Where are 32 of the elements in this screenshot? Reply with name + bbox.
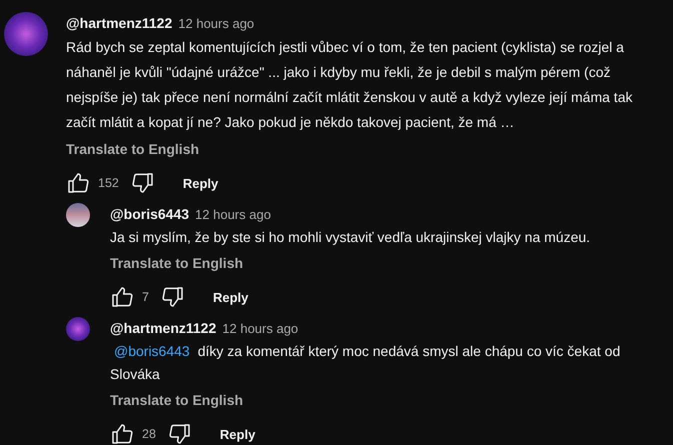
translate-link[interactable]: Translate to English <box>110 392 244 408</box>
reply-button[interactable]: Reply <box>202 284 258 310</box>
dislike-button[interactable] <box>168 422 192 445</box>
thumbs-down-icon <box>160 285 185 309</box>
reply-button[interactable]: Reply <box>172 170 228 196</box>
comment-author[interactable]: @boris6443 <box>110 206 190 222</box>
like-count: 7 <box>142 290 149 304</box>
like-button[interactable] <box>66 171 90 195</box>
avatar[interactable] <box>66 203 90 227</box>
comment-text: @boris6443 díky za komentář který moc nedává smysl ale chápu co víc čekat od Slováka <box>110 342 622 384</box>
like-button[interactable] <box>110 285 134 309</box>
comment-text: Rád bych se zeptal komentujících jestli vůbec ví o tom, že ten pacient (cyklista) se rozjel a náhaněl je kvůli "údajné urážce" ... jako i kdyby mu řekli, že je debil s malým pérem (což nejspíše je) tak přece není normální začít mlátit ženskou v autě a když vyleze její máma tak začít mlátit a kopat jí ne? Jako pokud je někdo takovej pacient, že má … <box>66 38 634 132</box>
thumbs-down-icon <box>130 171 155 195</box>
thumbs-up-icon <box>66 171 90 195</box>
thumbs-up-icon <box>110 422 134 445</box>
dislike-button[interactable] <box>130 171 155 195</box>
comment-author[interactable]: @hartmenz1122 <box>110 320 216 336</box>
comment-time[interactable]: 12 hours ago <box>195 207 271 222</box>
thumbs-up-icon <box>110 285 134 309</box>
translate-link[interactable]: Translate to English <box>66 141 200 157</box>
mention-link[interactable]: @boris6443 <box>114 343 190 359</box>
reply-button[interactable]: Reply <box>210 420 266 445</box>
like-count: 152 <box>98 176 119 190</box>
comment-time[interactable]: 12 hours ago <box>222 321 298 336</box>
comment-author[interactable]: @hartmenz1122 <box>66 15 172 31</box>
like-button[interactable] <box>110 422 134 445</box>
dislike-button[interactable] <box>160 285 185 309</box>
like-count: 28 <box>142 427 156 441</box>
translate-link[interactable]: Translate to English <box>110 255 244 271</box>
comment-time[interactable]: 12 hours ago <box>178 16 254 31</box>
comment-text: Ja si myslím, že by ste si ho mohli vystaviť vedľa ukrajinskej vlajky na múzeu. <box>110 228 592 247</box>
thumbs-down-icon <box>168 422 192 445</box>
